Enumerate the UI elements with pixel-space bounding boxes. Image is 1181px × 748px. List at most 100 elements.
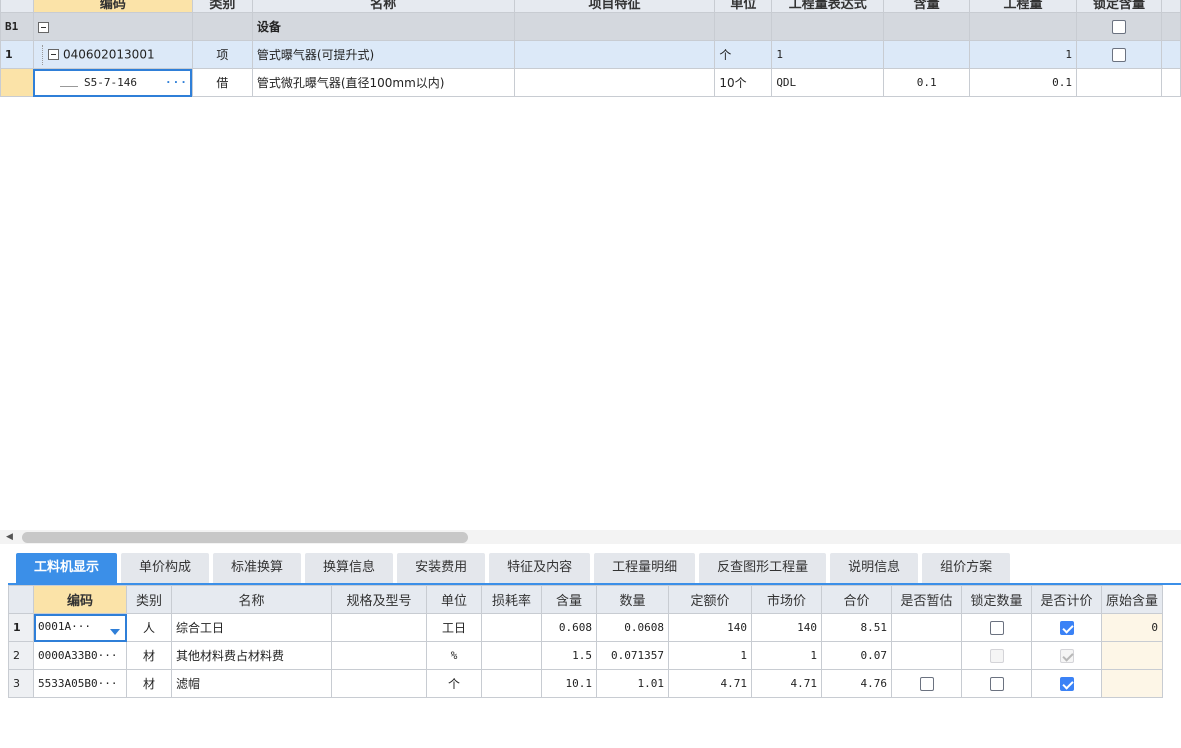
code-cell[interactable] xyxy=(32,12,193,41)
header-type[interactable]: 类别 xyxy=(126,585,172,614)
loss-cell[interactable] xyxy=(481,669,542,698)
table-row[interactable]: 1 0001A··· 人 综合工日 工日 0.608 0.0608 140 14… xyxy=(8,613,1164,642)
header-qty[interactable]: 数量 xyxy=(596,585,669,614)
table-row-group[interactable]: B1 设备 xyxy=(0,12,1181,41)
type-cell[interactable]: 项 xyxy=(191,40,253,69)
header-unit[interactable]: 单位 xyxy=(426,585,482,614)
orig-content-cell[interactable]: 0 xyxy=(1100,613,1164,642)
header-provisional[interactable]: 是否暂估 xyxy=(891,585,962,614)
quantity-cell[interactable]: 0.1 xyxy=(969,68,1077,97)
header-total[interactable]: 合价 xyxy=(821,585,892,614)
qty-cell[interactable]: 1.01 xyxy=(596,669,669,698)
name-cell[interactable]: 综合工日 xyxy=(171,613,332,642)
unit-cell[interactable] xyxy=(714,12,773,41)
tab-description[interactable]: 说明信息 xyxy=(830,553,919,583)
header-name[interactable]: 名称 xyxy=(171,585,332,614)
header-content[interactable]: 含量 xyxy=(541,585,597,614)
tab-graphic-quantity[interactable]: 反查图形工程量 xyxy=(699,553,827,583)
loss-cell[interactable] xyxy=(481,613,542,642)
expr-cell[interactable]: 1 xyxy=(771,40,885,69)
market-price-cell[interactable]: 4.71 xyxy=(751,669,822,698)
spec-cell[interactable] xyxy=(331,641,427,670)
priced-cell[interactable] xyxy=(1031,669,1102,698)
lock-qty-cell[interactable] xyxy=(961,669,1032,698)
scroll-left-icon[interactable]: ◀ xyxy=(6,532,13,542)
collapse-icon[interactable] xyxy=(37,21,49,33)
feature-cell[interactable] xyxy=(513,40,716,69)
lock-content-checkbox[interactable] xyxy=(1111,47,1126,62)
spec-cell[interactable] xyxy=(331,669,427,698)
total-cell[interactable]: 0.07 xyxy=(821,641,892,670)
header-quantity[interactable]: 工程量 xyxy=(969,0,1077,13)
lock-content-checkbox[interactable] xyxy=(1111,19,1126,34)
table-row-item[interactable]: 1 040602013001 项 管式曝气器(可提升式) 个 1 1 xyxy=(0,40,1181,69)
horizontal-scrollbar[interactable]: ◀ xyxy=(0,530,1181,544)
header-priced[interactable]: 是否计价 xyxy=(1031,585,1102,614)
total-cell[interactable]: 4.76 xyxy=(821,669,892,698)
lock-qty-checkbox[interactable] xyxy=(989,620,1004,635)
quantity-cell[interactable]: 1 xyxy=(969,40,1077,69)
name-cell[interactable]: 管式微孔曝气器(直径100mm以内) xyxy=(251,68,515,97)
provisional-cell[interactable] xyxy=(891,669,962,698)
header-code[interactable]: 编码 xyxy=(33,585,127,614)
type-cell[interactable] xyxy=(191,12,253,41)
expr-cell[interactable]: QDL xyxy=(771,68,885,97)
feature-cell[interactable] xyxy=(513,68,716,97)
tab-conversion-info[interactable]: 换算信息 xyxy=(305,553,394,583)
table-row-quota[interactable]: S5-7-146 ··· 借 管式微孔曝气器(直径100mm以内) 10个 QDL… xyxy=(0,68,1181,97)
quantity-cell[interactable] xyxy=(969,12,1077,41)
code-cell[interactable]: 040602013001 xyxy=(32,40,193,69)
tab-install-fee[interactable]: 安装费用 xyxy=(397,553,486,583)
header-unit[interactable]: 单位 xyxy=(714,0,773,13)
more-options-button[interactable]: ··· xyxy=(165,76,188,89)
name-cell[interactable]: 滤帽 xyxy=(171,669,332,698)
code-cell[interactable]: S5-7-146 ··· xyxy=(32,68,193,97)
header-orig-content[interactable]: 原始含量 xyxy=(1100,585,1164,614)
lock-qty-checkbox[interactable] xyxy=(989,676,1004,691)
header-lock-qty[interactable]: 锁定数量 xyxy=(961,585,1032,614)
unit-cell[interactable]: 工日 xyxy=(426,613,482,642)
type-cell[interactable]: 材 xyxy=(126,669,172,698)
expr-cell[interactable] xyxy=(771,12,885,41)
orig-content-cell[interactable] xyxy=(1100,641,1164,670)
lock-content-cell[interactable] xyxy=(1075,68,1162,97)
header-quota-price[interactable]: 定额价 xyxy=(668,585,752,614)
tab-features[interactable]: 特征及内容 xyxy=(489,553,591,583)
content-cell[interactable] xyxy=(883,40,971,69)
code-cell[interactable]: 0000A33B0··· xyxy=(33,641,127,670)
header-type[interactable]: 类别 xyxy=(191,0,253,13)
code-combo[interactable]: 0001A··· xyxy=(33,613,127,642)
header-feature[interactable]: 项目特征 xyxy=(513,0,716,13)
content-cell[interactable]: 0.1 xyxy=(883,68,971,97)
tab-quantity-detail[interactable]: 工程量明细 xyxy=(594,553,696,583)
header-content[interactable]: 含量 xyxy=(883,0,971,13)
quota-price-cell[interactable]: 4.71 xyxy=(668,669,752,698)
provisional-cell[interactable] xyxy=(891,613,962,642)
name-cell[interactable]: 其他材料费占材料费 xyxy=(171,641,332,670)
header-spec[interactable]: 规格及型号 xyxy=(331,585,427,614)
header-code[interactable]: 编码 xyxy=(32,0,193,13)
lock-content-cell[interactable] xyxy=(1075,12,1162,41)
qty-cell[interactable]: 0.0608 xyxy=(596,613,669,642)
loss-cell[interactable] xyxy=(481,641,542,670)
provisional-checkbox[interactable] xyxy=(919,676,934,691)
tab-material-display[interactable]: 工料机显示 xyxy=(16,553,118,583)
collapse-icon[interactable] xyxy=(47,49,59,60)
table-row[interactable]: 2 0000A33B0··· 材 其他材料费占材料费 % 1.5 0.07135… xyxy=(8,641,1164,670)
priced-checkbox[interactable] xyxy=(1059,676,1074,691)
code-cell[interactable]: 5533A05B0··· xyxy=(33,669,127,698)
provisional-cell[interactable] xyxy=(891,641,962,670)
content-cell[interactable]: 10.1 xyxy=(541,669,597,698)
header-market-price[interactable]: 市场价 xyxy=(751,585,822,614)
unit-cell[interactable]: % xyxy=(426,641,482,670)
unit-cell[interactable]: 个 xyxy=(426,669,482,698)
qty-cell[interactable]: 0.071357 xyxy=(596,641,669,670)
spec-cell[interactable] xyxy=(331,613,427,642)
scrollbar-thumb[interactable] xyxy=(22,532,468,543)
type-cell[interactable]: 借 xyxy=(191,68,253,97)
type-cell[interactable]: 材 xyxy=(126,641,172,670)
lock-qty-cell[interactable] xyxy=(961,613,1032,642)
market-price-cell[interactable]: 140 xyxy=(751,613,822,642)
quota-price-cell[interactable]: 140 xyxy=(668,613,752,642)
total-cell[interactable]: 8.51 xyxy=(821,613,892,642)
